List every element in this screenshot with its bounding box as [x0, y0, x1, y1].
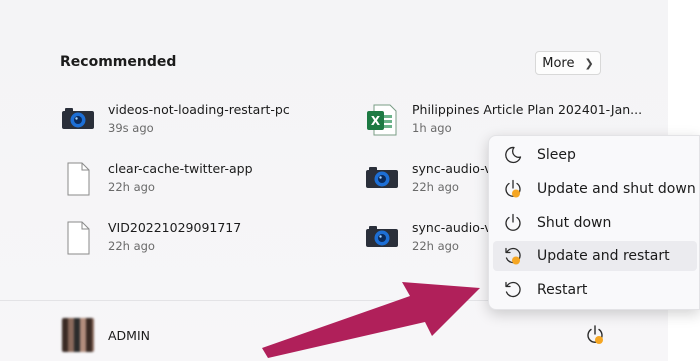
- power-menu-update-shutdown[interactable]: Update and shut down: [493, 174, 697, 204]
- item-time: 22h ago: [108, 239, 155, 253]
- item-time: 22h ago: [412, 180, 459, 194]
- update-power-icon: [503, 179, 523, 199]
- avatar: [62, 318, 94, 352]
- power-menu-restart[interactable]: Restart: [493, 275, 697, 305]
- camera-icon: [364, 161, 400, 197]
- power-menu-label: Update and shut down: [537, 181, 696, 197]
- item-name: sync-audio-vi: [412, 220, 496, 235]
- more-button[interactable]: More ❯: [535, 51, 601, 75]
- power-menu-label: Shut down: [537, 215, 612, 231]
- item-name: videos-not-loading-restart-pc: [108, 102, 290, 117]
- power-menu-label: Restart: [537, 282, 588, 298]
- excel-icon: X: [364, 102, 400, 138]
- power-menu-label: Sleep: [537, 147, 576, 163]
- item-name: sync-audio-vi: [412, 161, 496, 176]
- more-label: More: [542, 55, 575, 71]
- recommended-heading: Recommended: [60, 54, 177, 70]
- item-name: clear-cache-twitter-app: [108, 161, 253, 176]
- power-menu-sleep[interactable]: Sleep: [493, 140, 697, 170]
- power-icon: [503, 213, 523, 233]
- recommended-item[interactable]: VID20221029091717 22h ago: [60, 220, 241, 256]
- item-time: 22h ago: [412, 239, 459, 253]
- update-restart-icon: [503, 246, 523, 266]
- power-button[interactable]: [583, 323, 607, 347]
- item-name: Philippines Article Plan 202401-Jan...: [412, 102, 643, 117]
- power-icon: [587, 325, 603, 344]
- recommended-item[interactable]: sync-audio-vi 22h ago: [364, 220, 495, 256]
- restart-icon: [503, 280, 523, 300]
- chevron-right-icon: ❯: [584, 56, 594, 70]
- power-menu-update-restart[interactable]: Update and restart: [493, 241, 697, 271]
- power-menu: Sleep Update and shut down Shut down Upd…: [488, 135, 700, 310]
- document-icon: [60, 220, 96, 256]
- camera-icon: [60, 102, 96, 138]
- power-menu-shutdown[interactable]: Shut down: [493, 208, 697, 238]
- svg-text:X: X: [371, 114, 381, 128]
- power-menu-label: Update and restart: [537, 248, 670, 264]
- user-name: ADMIN: [108, 327, 150, 343]
- recommended-item[interactable]: sync-audio-vi 22h ago: [364, 161, 495, 197]
- user-account[interactable]: ADMIN: [62, 318, 150, 352]
- recommended-item[interactable]: X Philippines Article Plan 202401-Jan...…: [364, 102, 642, 138]
- item-time: 22h ago: [108, 180, 155, 194]
- document-icon: [60, 161, 96, 197]
- item-name: VID20221029091717: [108, 220, 242, 235]
- recommended-item[interactable]: videos-not-loading-restart-pc 39s ago: [60, 102, 290, 138]
- moon-icon: [503, 145, 523, 165]
- item-time: 39s ago: [108, 121, 154, 135]
- camera-icon: [364, 220, 400, 256]
- recommended-item[interactable]: clear-cache-twitter-app 22h ago: [60, 161, 253, 197]
